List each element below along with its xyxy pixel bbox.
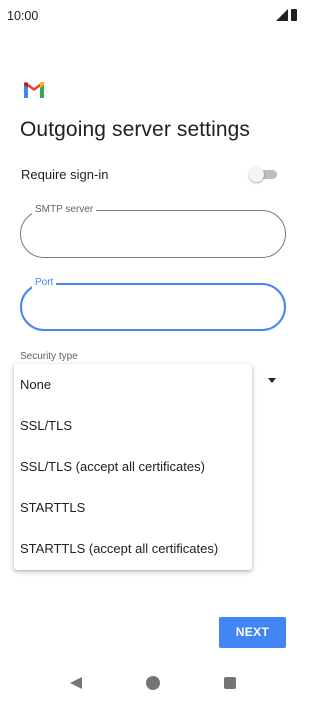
signal-icon [276, 9, 288, 21]
navigation-bar [0, 662, 307, 704]
menu-item-ssl-tls[interactable]: SSL/TLS [14, 405, 252, 446]
require-signin-label: Require sign-in [21, 167, 109, 182]
battery-icon [291, 9, 297, 21]
smtp-server-input[interactable] [21, 211, 285, 257]
menu-item-starttls[interactable]: STARTTLS [14, 487, 252, 528]
security-type-menu: None SSL/TLS SSL/TLS (accept all certifi… [14, 364, 252, 570]
toggle-thumb [249, 167, 264, 182]
dropdown-arrow-icon[interactable] [268, 378, 276, 383]
status-icons [276, 9, 297, 21]
status-bar: 10:00 [0, 0, 307, 32]
menu-item-ssl-tls-accept-all[interactable]: SSL/TLS (accept all certificates) [14, 446, 252, 487]
require-signin-toggle[interactable] [249, 167, 277, 182]
next-button[interactable]: NEXT [219, 617, 286, 648]
menu-item-starttls-accept-all[interactable]: STARTTLS (accept all certificates) [14, 528, 252, 569]
security-type-label: Security type [20, 351, 78, 362]
status-time: 10:00 [7, 9, 39, 23]
gmail-logo-icon [24, 82, 44, 98]
menu-item-none[interactable]: None [14, 364, 252, 405]
recents-icon[interactable] [224, 677, 236, 689]
port-field[interactable]: Port [20, 276, 286, 331]
smtp-server-field[interactable]: SMTP server [20, 203, 286, 258]
port-input[interactable] [22, 285, 284, 329]
back-icon[interactable] [70, 677, 82, 689]
page-title: Outgoing server settings [20, 118, 251, 141]
home-icon[interactable] [146, 676, 160, 690]
